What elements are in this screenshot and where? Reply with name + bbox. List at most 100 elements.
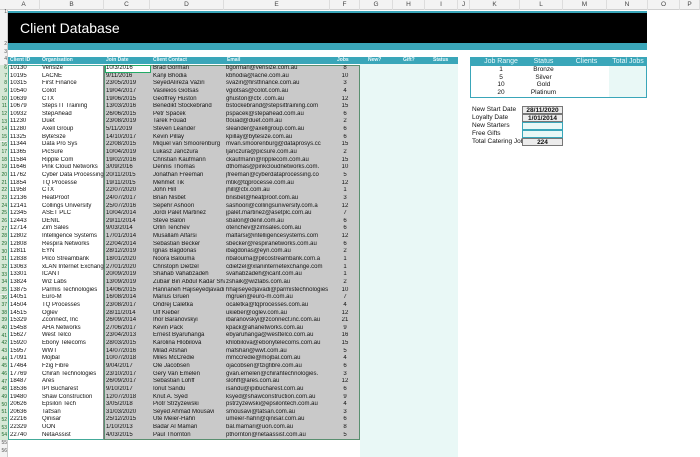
cell-join-date[interactable]: 27/01/2020 [106,264,152,272]
cell-organisation[interactable]: ASET PLC [42,210,104,218]
cell-client-contact[interactable]: Geoffrey Huston [153,96,225,104]
cell-join-date[interactable]: 19/04/2017 [106,88,152,96]
cell-jobs[interactable]: 6 [330,134,360,142]
cell-client-id[interactable]: 10540 [10,88,42,96]
row-number[interactable]: 35 [0,286,8,295]
cell-jobs[interactable]: 12 [330,96,360,104]
cell-organisation[interactable]: Wiz Labs [42,279,104,287]
cell-organisation[interactable]: xLAN Internet Exchange [42,264,104,272]
cell-join-date[interactable]: 13/09/2019 [106,279,152,287]
column-header-B[interactable]: B [40,0,104,10]
column-header-N[interactable]: N [607,0,648,10]
cell-client-id[interactable]: 11958 [10,187,42,195]
cell-client-contact[interactable]: SeyedAlireza Vaziri [153,80,225,88]
cell-client-id[interactable]: 19480 [10,394,42,402]
cell-join-date[interactable]: 22/04/2014 [106,241,152,249]
cell-client-contact[interactable]: Milad Afshari [153,348,225,356]
row-number[interactable]: 30 [0,248,8,257]
cell-jobs[interactable]: 4 [330,88,360,96]
cell-organisation[interactable]: TQ Processe [42,180,104,188]
cell-email[interactable]: zshaik@wizlabs.com.au [226,279,332,287]
row-number[interactable]: 34 [0,279,8,287]
cell-client-contact[interactable]: Sepehr Ashoori [153,203,225,211]
cell-jobs[interactable]: 6 [330,241,360,249]
cell-jobs[interactable]: 12 [330,203,360,211]
row-number[interactable]: 19 [0,164,8,173]
cell-email[interactable]: tfouad@duet.com.au [226,118,332,126]
cell-join-date[interactable]: 27/06/2017 [106,325,152,333]
row-number[interactable]: 50 [0,401,8,410]
cell-client-id[interactable]: 11325 [10,134,42,142]
row-number[interactable]: 9 [0,87,8,96]
cell-organisation[interactable]: Qinisar [42,416,104,424]
cell-client-id[interactable]: 15329 [10,317,42,325]
cell-join-date[interactable]: 23/04/2013 [106,332,152,340]
cell-join-date[interactable]: 23/08/2019 [106,118,152,126]
cell-jobs[interactable]: 1 [330,271,360,279]
cell-organisation[interactable]: IPI Bucharest [42,386,104,394]
cell-client-contact[interactable]: Ondrej Caletka [153,302,225,310]
cell-jobs[interactable]: 6 [330,225,360,233]
cell-join-date[interactable]: 9/10/2017 [106,386,152,394]
cell-jobs[interactable]: 6 [330,126,360,134]
cell-client-contact[interactable]: Benedikt Stockebrand [153,103,225,111]
cell-organisation[interactable]: Pilco Streambank [42,256,104,264]
cell-organisation[interactable]: Fzig Fibre [42,363,104,371]
cell-jobs[interactable]: 8 [330,424,360,432]
row-number[interactable]: 43 [0,348,8,356]
column-header-J[interactable]: J [458,0,470,10]
row-number[interactable]: 44 [0,355,8,364]
row-number[interactable]: 4 [0,57,8,62]
cell-client-id[interactable]: 12345 [10,210,42,218]
cell-jobs[interactable]: 2 [330,149,360,157]
cell-client-id[interactable]: 17769 [10,371,42,379]
cell-join-date[interactable]: 14/10/2017 [106,134,152,142]
cell-client-contact[interactable]: Orlin Tenchev [153,225,225,233]
row-number[interactable]: 26 [0,218,8,226]
row-number[interactable]: 49 [0,393,8,402]
row-number[interactable]: 8 [0,80,8,88]
cell-jobs[interactable]: 15 [330,103,360,111]
cell-join-date[interactable]: 12/07/2018 [106,394,152,402]
cell-client-id[interactable]: 11230 [10,118,42,126]
cell-client-contact[interactable]: Piotr Strzyzewski [153,401,225,409]
cell-join-date[interactable]: 4/03/2015 [106,432,152,440]
cell-client-contact[interactable]: Dennis Thomas [153,164,225,172]
header-organisation[interactable]: Organisation [42,57,73,64]
row-number[interactable]: 27 [0,225,8,234]
cell-client-contact[interactable]: Miles McCredie [153,355,225,363]
cell-email[interactable]: mmccredie@mojbal.com.au [226,355,332,363]
cell-status[interactable]: Platinum [521,89,566,97]
cell-organisation[interactable]: Colot [42,88,104,96]
cell-client-contact[interactable]: Sebastian Lohff [153,378,225,386]
cell-organisation[interactable]: ByteSize [42,134,104,142]
cell-client-contact[interactable]: Steve Balon [153,218,225,226]
cell-email[interactable]: ghuston@ctx .com.au [226,96,332,104]
cell-client-contact[interactable]: Kevin Pack [153,325,225,333]
cell-email[interactable]: bgorman@verisize.com.au [226,65,332,73]
cell-client-contact[interactable]: Steven Leander [153,126,225,134]
cell-email[interactable]: otenchev@zimsales.com.au [226,225,332,233]
cell-client-id[interactable]: 22740 [10,432,42,440]
cell-organisation[interactable]: Ares [42,378,104,386]
cell-jobs[interactable]: 6 [330,363,360,371]
cell-organisation[interactable]: DENIL [42,218,104,226]
cell-organisation[interactable]: CTX [42,187,104,195]
cell-client-id[interactable]: 11646 [10,164,42,172]
column-header-E[interactable]: E [224,0,330,10]
cell-client-id[interactable]: 10932 [10,111,42,119]
row-number[interactable]: 21 [0,179,8,188]
header-jobs[interactable]: Jobs [337,57,349,64]
cell-client-id[interactable]: 11762 [10,172,42,180]
cell-join-date[interactable]: 14/07/2016 [106,348,152,356]
cell-email[interactable]: pstrzyzewski@epsilontech.com.au [226,401,332,409]
cell-client-contact[interactable]: John Hill [153,187,225,195]
cell-jobs[interactable]: 6 [330,386,360,394]
cell-client-contact[interactable]: Marius Gruen [153,294,225,302]
cell-email[interactable]: svahabzadeh@icant.com.au [226,271,332,279]
header-client-contact[interactable]: Client Contact [153,57,187,64]
row-number[interactable]: 45 [0,363,8,371]
cell-organisation[interactable]: WWT [42,348,104,356]
cell-email[interactable]: khlobilova@ebonytelecoms.com.au [226,340,332,348]
cell-jobs[interactable]: 2 [330,118,360,126]
